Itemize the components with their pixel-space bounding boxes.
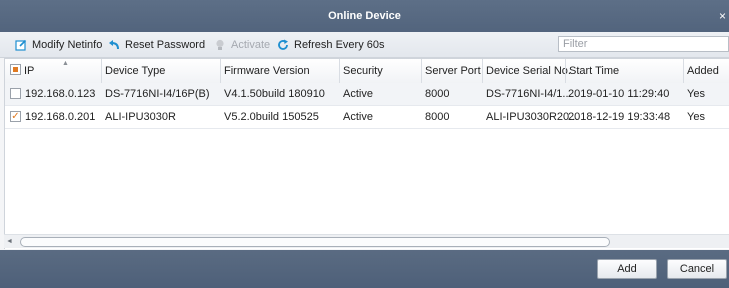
refresh-icon bbox=[276, 38, 290, 52]
cell-start-time: 2018-12-19 19:33:48 bbox=[568, 111, 671, 123]
check-icon: ✓ bbox=[11, 111, 20, 122]
device-table: IP ▲ Device Type Firmware Version Securi… bbox=[4, 58, 729, 249]
cell-added: Yes bbox=[687, 88, 705, 100]
modify-netinfo-button[interactable]: Modify Netinfo bbox=[14, 32, 102, 57]
column-header-serial[interactable]: Device Serial No. bbox=[482, 59, 571, 83]
cell-device-type: ALI-IPU3030R bbox=[105, 111, 176, 123]
cell-firmware: V5.2.0build 150525 bbox=[224, 111, 319, 123]
activate-button[interactable]: Activate bbox=[213, 32, 270, 57]
title-bar[interactable]: Online Device × bbox=[0, 0, 729, 32]
filter-input[interactable] bbox=[558, 36, 729, 52]
activate-label: Activate bbox=[231, 38, 271, 51]
close-icon[interactable]: × bbox=[719, 0, 726, 32]
cancel-button[interactable]: Cancel bbox=[667, 259, 727, 279]
cell-security: Active bbox=[343, 88, 373, 100]
cell-ip: 192.168.0.123 bbox=[25, 88, 96, 100]
column-header-firmware[interactable]: Firmware Version bbox=[220, 59, 342, 83]
cell-start-time: 2019-01-10 11:29:40 bbox=[568, 88, 670, 100]
row-checkbox[interactable] bbox=[10, 88, 21, 99]
column-header-ip[interactable]: IP ▲ bbox=[5, 59, 104, 83]
scroll-left-icon[interactable]: ◄ bbox=[6, 235, 13, 248]
cell-serial: ALI-IPU3030R20... bbox=[486, 111, 579, 123]
column-header-added[interactable]: Added bbox=[683, 59, 729, 83]
table-row[interactable]: ✓ 192.168.0.201 ALI-IPU3030R V5.2.0build… bbox=[5, 106, 729, 129]
column-header-server-port[interactable]: Server Port bbox=[421, 59, 485, 83]
column-header-device-type[interactable]: Device Type bbox=[101, 59, 223, 83]
refresh-label: Refresh Every 60s bbox=[294, 38, 385, 51]
row-checkbox[interactable]: ✓ bbox=[10, 111, 21, 122]
cell-server-port: 8000 bbox=[425, 111, 450, 123]
modify-netinfo-label: Modify Netinfo bbox=[32, 38, 103, 51]
sort-ascending-icon: ▲ bbox=[62, 60, 69, 67]
online-device-dialog: Online Device × Modify Netinfo Reset Pas… bbox=[0, 0, 729, 288]
column-header-security[interactable]: Security bbox=[339, 59, 424, 83]
add-button[interactable]: Add bbox=[597, 259, 657, 279]
dialog-footer: Add Cancel bbox=[0, 250, 729, 288]
scrollbar-thumb[interactable] bbox=[20, 237, 610, 247]
cell-added: Yes bbox=[687, 111, 705, 123]
undo-arrow-icon bbox=[107, 38, 121, 52]
cell-server-port: 8000 bbox=[425, 88, 450, 100]
column-header-start-time[interactable]: Start Time bbox=[565, 59, 686, 83]
refresh-button[interactable]: Refresh Every 60s bbox=[276, 32, 384, 57]
cell-ip: 192.168.0.201 bbox=[25, 111, 96, 123]
table-row[interactable]: 192.168.0.123 DS-7716NI-I4/16P(B) V4.1.5… bbox=[5, 83, 729, 106]
table-header: IP ▲ Device Type Firmware Version Securi… bbox=[5, 59, 729, 84]
edit-icon bbox=[14, 38, 28, 52]
bulb-icon bbox=[213, 38, 227, 52]
cell-serial: DS-7716NI-I4/1... bbox=[486, 88, 572, 100]
window-title: Online Device bbox=[328, 10, 401, 22]
reset-password-label: Reset Password bbox=[125, 38, 206, 51]
cell-firmware: V4.1.50build 180910 bbox=[224, 88, 325, 100]
reset-password-button[interactable]: Reset Password bbox=[107, 32, 205, 57]
cell-security: Active bbox=[343, 111, 373, 123]
horizontal-scrollbar[interactable]: ◄ bbox=[4, 234, 729, 248]
cell-device-type: DS-7716NI-I4/16P(B) bbox=[105, 88, 210, 100]
select-all-checkbox[interactable] bbox=[10, 64, 21, 75]
